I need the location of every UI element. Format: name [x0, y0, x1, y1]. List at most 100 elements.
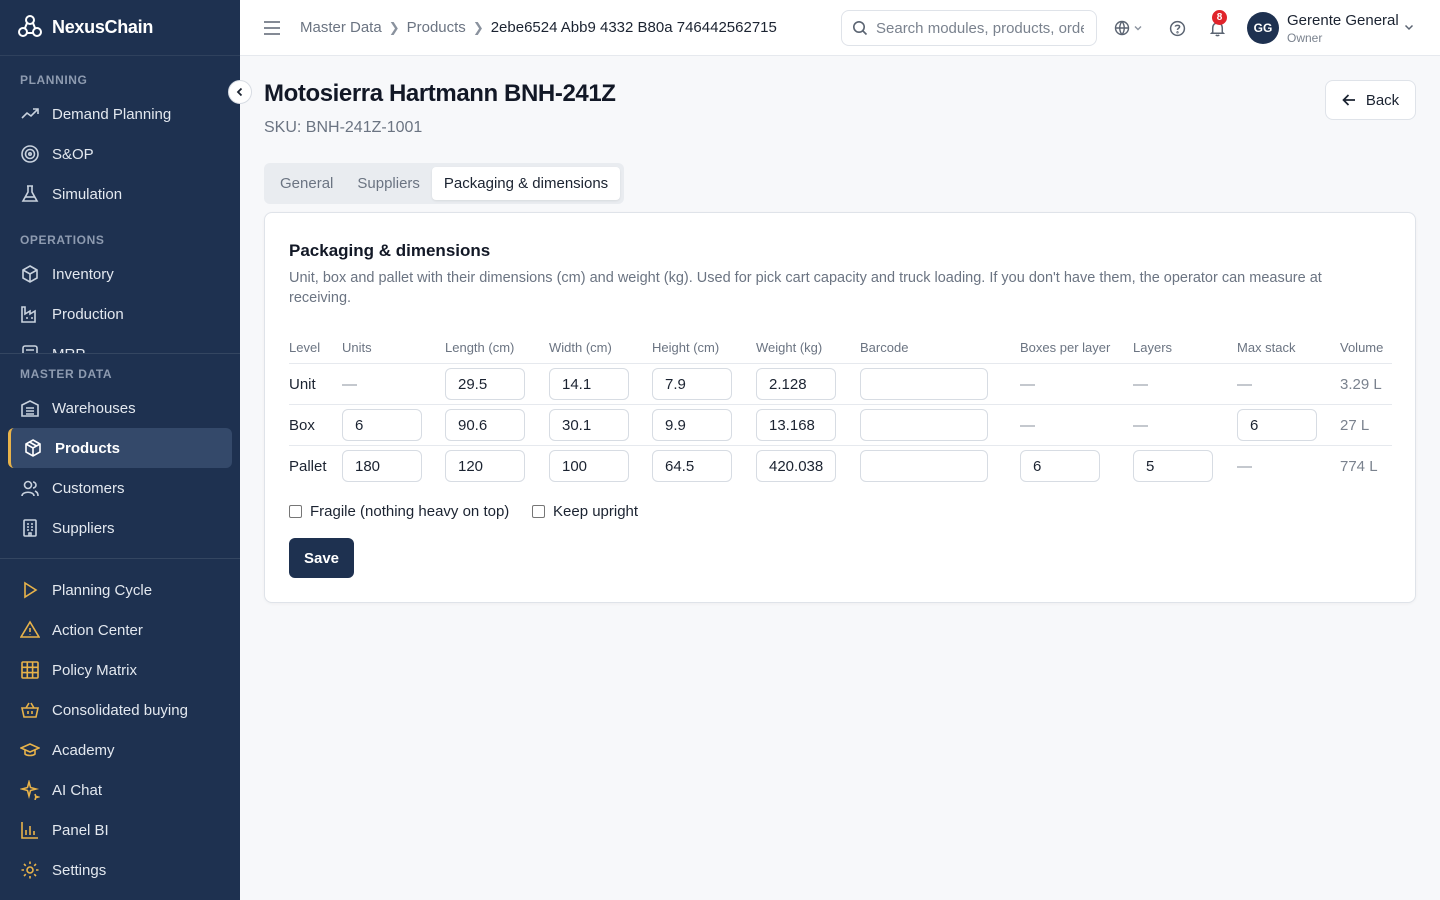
column-header-weight: Weight (kg)	[756, 340, 823, 355]
sidebar-item-demand-planning[interactable]: Demand Planning	[0, 94, 240, 134]
sidebar-item-academy[interactable]: Academy	[0, 730, 240, 770]
chevron-down-icon[interactable]	[1132, 18, 1144, 38]
sidebar-item-production[interactable]: Production	[0, 294, 240, 334]
pallet-units-input[interactable]	[342, 450, 422, 482]
notification-count-badge: 8	[1212, 10, 1227, 25]
unit-volume: 3.29 L	[1340, 376, 1382, 393]
sidebar-item-suppliers[interactable]: Suppliers	[0, 508, 240, 548]
box-units-input[interactable]	[342, 409, 422, 441]
column-header-width: Width (cm)	[549, 340, 612, 355]
sidebar-item-ai-chat[interactable]: AI Chat	[0, 770, 240, 810]
breadcrumb-master-data[interactable]: Master Data	[300, 19, 382, 36]
master-data-section: MASTER DATA Warehouses Products Customer…	[0, 360, 240, 548]
box-width-input[interactable]	[549, 409, 629, 441]
menu-toggle-button[interactable]	[262, 18, 282, 38]
sidebar-item-mrp[interactable]: MRP	[0, 334, 240, 354]
brand-name: NexusChain	[52, 17, 154, 37]
fragile-checkbox[interactable]	[289, 505, 302, 518]
pallet-weight-input[interactable]	[756, 450, 836, 482]
sidebar-item-customers[interactable]: Customers	[0, 468, 240, 508]
column-header-max-stack: Max stack	[1237, 340, 1296, 355]
pallet-height-input[interactable]	[652, 450, 732, 482]
grid-icon	[20, 660, 40, 680]
sidebar-item-label: Production	[52, 305, 124, 323]
breadcrumb-products[interactable]: Products	[407, 19, 466, 36]
brand[interactable]: NexusChain	[0, 0, 240, 56]
breadcrumb-current: 2ebe6524 Abb9 4332 B80a 746442562715	[490, 19, 777, 36]
sidebar-item-simulation[interactable]: Simulation	[0, 174, 240, 214]
sidebar-item-panel-bi[interactable]: Panel BI	[0, 810, 240, 850]
sidebar-item-planning-cycle[interactable]: Planning Cycle	[0, 570, 240, 610]
box-volume: 27 L	[1340, 417, 1370, 434]
pallet-boxes-per-layer-input[interactable]	[1020, 450, 1100, 482]
sidebar-item-label: Planning Cycle	[52, 581, 153, 599]
back-button-label: Back	[1365, 91, 1400, 109]
avatar[interactable]: GG	[1247, 12, 1279, 44]
sidebar-item-label: Suppliers	[52, 519, 115, 537]
sparkles-icon	[20, 780, 40, 800]
pallet-volume: 774 L	[1340, 458, 1378, 475]
keep-upright-checkbox[interactable]	[532, 505, 545, 518]
sidebar-scroll-area[interactable]: PLANNING Demand Planning S&OP Simulation…	[0, 56, 240, 354]
pallet-layers-input[interactable]	[1133, 450, 1213, 482]
sidebar-item-warehouses[interactable]: Warehouses	[0, 388, 240, 428]
packaging-card: Packaging & dimensions Unit, box and pal…	[264, 212, 1416, 603]
pallet-width-input[interactable]	[549, 450, 629, 482]
sidebar-item-label: Customers	[52, 479, 125, 497]
sidebar-item-action-center[interactable]: Action Center	[0, 610, 240, 650]
level-box: Box	[289, 417, 315, 434]
sidebar-item-consolidated-buying[interactable]: Consolidated buying	[0, 690, 240, 730]
logo-icon	[18, 14, 42, 37]
search-box[interactable]	[841, 10, 1097, 46]
user-name[interactable]: Gerente General	[1287, 12, 1399, 29]
hamburger-icon	[264, 20, 280, 35]
sidebar-item-label: Inventory	[52, 265, 114, 283]
sidebar-item-label: Panel BI	[52, 821, 109, 839]
back-button[interactable]: Back	[1325, 80, 1416, 120]
sidebar-item-inventory[interactable]: Inventory	[0, 254, 240, 294]
search-input[interactable]	[876, 19, 1084, 37]
box-max-stack-input[interactable]	[1237, 409, 1317, 441]
help-circle-icon	[1169, 20, 1185, 36]
language-button[interactable]	[1112, 18, 1132, 38]
unit-length-input[interactable]	[445, 368, 525, 400]
collapse-sidebar-button[interactable]	[228, 80, 252, 104]
keep-upright-label: Keep upright	[553, 503, 639, 520]
column-header-boxes-per-layer: Boxes per layer	[1020, 340, 1111, 355]
section-label-planning: PLANNING	[20, 73, 88, 87]
help-button[interactable]	[1167, 18, 1187, 38]
unit-weight-input[interactable]	[756, 368, 836, 400]
section-label-operations: OPERATIONS	[20, 233, 105, 247]
pallet-length-input[interactable]	[445, 450, 525, 482]
tab-packaging-dimensions[interactable]: Packaging & dimensions	[431, 167, 621, 200]
pallet-barcode-input[interactable]	[860, 450, 988, 482]
user-menu-chevron-down-icon[interactable]	[1403, 20, 1415, 38]
factory-icon	[20, 304, 40, 324]
sidebar-item-sop[interactable]: S&OP	[0, 134, 240, 174]
sidebar-item-label: MRP	[52, 345, 86, 354]
unit-width-input[interactable]	[549, 368, 629, 400]
tab-suppliers[interactable]: Suppliers	[345, 167, 432, 200]
save-button[interactable]: Save	[289, 538, 354, 578]
product-tabs: General Suppliers Packaging & dimensions	[264, 163, 625, 204]
alert-triangle-icon	[20, 620, 40, 640]
box-barcode-input[interactable]	[860, 409, 988, 441]
box-weight-input[interactable]	[756, 409, 836, 441]
sidebar-item-policy-matrix[interactable]: Policy Matrix	[0, 650, 240, 690]
max-stack-value: —	[1237, 376, 1252, 393]
sidebar-item-settings[interactable]: Settings	[0, 850, 240, 890]
keep-upright-checkbox-row[interactable]: Keep upright	[532, 503, 638, 520]
sidebar-item-label: Academy	[52, 741, 115, 759]
box-length-input[interactable]	[445, 409, 525, 441]
sidebar-item-label: Demand Planning	[52, 105, 172, 123]
tab-general[interactable]: General	[268, 167, 345, 200]
fragile-checkbox-row[interactable]: Fragile (nothing heavy on top)	[289, 503, 509, 520]
level-unit: Unit	[289, 376, 316, 393]
sidebar-item-products[interactable]: Products	[8, 428, 232, 468]
box-height-input[interactable]	[652, 409, 732, 441]
play-icon	[20, 580, 40, 600]
unit-barcode-input[interactable]	[860, 368, 988, 400]
package-icon	[23, 438, 43, 458]
sidebar-item-label: Settings	[52, 861, 107, 879]
unit-height-input[interactable]	[652, 368, 732, 400]
